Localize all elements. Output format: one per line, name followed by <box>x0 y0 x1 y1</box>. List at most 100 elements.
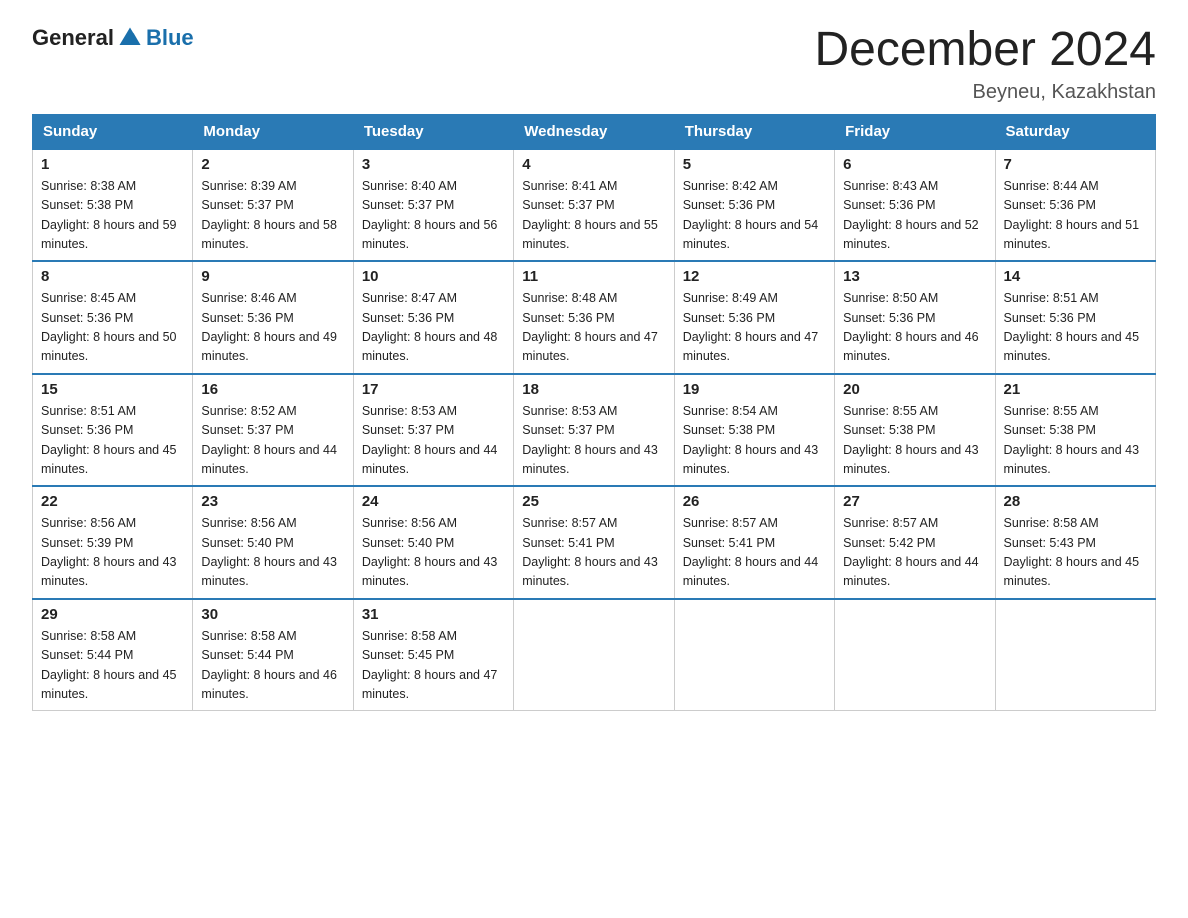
day-number: 26 <box>683 493 826 510</box>
day-number: 13 <box>843 268 986 285</box>
day-info: Sunrise: 8:45 AMSunset: 5:36 PMDaylight:… <box>41 291 177 363</box>
logo-blue-text: Blue <box>146 25 194 51</box>
day-info: Sunrise: 8:46 AMSunset: 5:36 PMDaylight:… <box>201 291 337 363</box>
day-number: 19 <box>683 381 826 398</box>
day-number: 14 <box>1004 268 1147 285</box>
month-title: December 2024 <box>814 24 1156 77</box>
day-number: 15 <box>41 381 184 398</box>
calendar-header-row: SundayMondayTuesdayWednesdayThursdayFrid… <box>33 114 1156 149</box>
day-number: 31 <box>362 606 505 623</box>
day-info: Sunrise: 8:52 AMSunset: 5:37 PMDaylight:… <box>201 404 337 476</box>
day-number: 1 <box>41 156 184 173</box>
day-info: Sunrise: 8:58 AMSunset: 5:43 PMDaylight:… <box>1004 516 1140 588</box>
day-info: Sunrise: 8:56 AMSunset: 5:40 PMDaylight:… <box>201 516 337 588</box>
day-number: 25 <box>522 493 665 510</box>
day-number: 2 <box>201 156 344 173</box>
day-number: 27 <box>843 493 986 510</box>
day-info: Sunrise: 8:58 AMSunset: 5:44 PMDaylight:… <box>41 629 177 701</box>
col-header-wednesday: Wednesday <box>514 114 674 149</box>
day-number: 11 <box>522 268 665 285</box>
day-number: 29 <box>41 606 184 623</box>
day-number: 22 <box>41 493 184 510</box>
calendar-week-row: 22 Sunrise: 8:56 AMSunset: 5:39 PMDayligh… <box>33 486 1156 599</box>
day-number: 8 <box>41 268 184 285</box>
title-area: December 2024 Beyneu, Kazakhstan <box>814 24 1156 104</box>
calendar-cell: 9 Sunrise: 8:46 AMSunset: 5:36 PMDaylight… <box>193 261 353 374</box>
calendar-cell: 17Sunrise: 8:53 AMSunset: 5:37 PMDayligh… <box>353 374 513 487</box>
calendar-cell: 21 Sunrise: 8:55 AMSunset: 5:38 PMDayligh… <box>995 374 1155 487</box>
day-number: 12 <box>683 268 826 285</box>
calendar-cell: 4 Sunrise: 8:41 AMSunset: 5:37 PMDaylight… <box>514 149 674 262</box>
calendar-cell: 7 Sunrise: 8:44 AMSunset: 5:36 PMDaylight… <box>995 149 1155 262</box>
day-number: 21 <box>1004 381 1147 398</box>
calendar-cell <box>674 599 834 711</box>
day-info: Sunrise: 8:57 AMSunset: 5:41 PMDaylight:… <box>683 516 819 588</box>
logo-general-text: General <box>32 25 114 51</box>
day-info: Sunrise: 8:51 AMSunset: 5:36 PMDaylight:… <box>41 404 177 476</box>
day-number: 16 <box>201 381 344 398</box>
calendar-cell: 1 Sunrise: 8:38 AMSunset: 5:38 PMDaylight… <box>33 149 193 262</box>
day-info: Sunrise: 8:56 AMSunset: 5:40 PMDaylight:… <box>362 516 498 588</box>
day-number: 28 <box>1004 493 1147 510</box>
calendar-cell: 18Sunrise: 8:53 AMSunset: 5:37 PMDayligh… <box>514 374 674 487</box>
calendar-cell: 3 Sunrise: 8:40 AMSunset: 5:37 PMDaylight… <box>353 149 513 262</box>
day-info: Sunrise: 8:58 AMSunset: 5:45 PMDaylight:… <box>362 629 498 701</box>
day-info: Sunrise: 8:41 AMSunset: 5:37 PMDaylight:… <box>522 179 658 251</box>
day-number: 9 <box>201 268 344 285</box>
day-number: 4 <box>522 156 665 173</box>
day-info: Sunrise: 8:57 AMSunset: 5:42 PMDaylight:… <box>843 516 979 588</box>
day-info: Sunrise: 8:53 AMSunset: 5:37 PMDaylight:… <box>362 404 498 476</box>
day-number: 5 <box>683 156 826 173</box>
calendar-cell <box>835 599 995 711</box>
day-info: Sunrise: 8:48 AMSunset: 5:36 PMDaylight:… <box>522 291 658 363</box>
calendar-week-row: 15 Sunrise: 8:51 AMSunset: 5:36 PMDayligh… <box>33 374 1156 487</box>
day-number: 7 <box>1004 156 1147 173</box>
day-info: Sunrise: 8:58 AMSunset: 5:44 PMDaylight:… <box>201 629 337 701</box>
day-number: 23 <box>201 493 344 510</box>
day-info: Sunrise: 8:50 AMSunset: 5:36 PMDaylight:… <box>843 291 979 363</box>
day-info: Sunrise: 8:56 AMSunset: 5:39 PMDaylight:… <box>41 516 177 588</box>
day-info: Sunrise: 8:40 AMSunset: 5:37 PMDaylight:… <box>362 179 498 251</box>
calendar-cell: 13 Sunrise: 8:50 AMSunset: 5:36 PMDayligh… <box>835 261 995 374</box>
day-info: Sunrise: 8:43 AMSunset: 5:36 PMDaylight:… <box>843 179 979 251</box>
calendar-cell: 24Sunrise: 8:56 AMSunset: 5:40 PMDayligh… <box>353 486 513 599</box>
day-info: Sunrise: 8:39 AMSunset: 5:37 PMDaylight:… <box>201 179 337 251</box>
day-number: 30 <box>201 606 344 623</box>
day-info: Sunrise: 8:55 AMSunset: 5:38 PMDaylight:… <box>843 404 979 476</box>
col-header-tuesday: Tuesday <box>353 114 513 149</box>
calendar-cell <box>995 599 1155 711</box>
calendar-week-row: 8 Sunrise: 8:45 AMSunset: 5:36 PMDaylight… <box>33 261 1156 374</box>
col-header-thursday: Thursday <box>674 114 834 149</box>
col-header-monday: Monday <box>193 114 353 149</box>
day-info: Sunrise: 8:38 AMSunset: 5:38 PMDaylight:… <box>41 179 177 251</box>
day-info: Sunrise: 8:54 AMSunset: 5:38 PMDaylight:… <box>683 404 819 476</box>
calendar-cell: 8 Sunrise: 8:45 AMSunset: 5:36 PMDaylight… <box>33 261 193 374</box>
day-info: Sunrise: 8:51 AMSunset: 5:36 PMDaylight:… <box>1004 291 1140 363</box>
calendar-cell: 5 Sunrise: 8:42 AMSunset: 5:36 PMDaylight… <box>674 149 834 262</box>
day-info: Sunrise: 8:47 AMSunset: 5:36 PMDaylight:… <box>362 291 498 363</box>
logo-icon <box>116 24 144 52</box>
calendar-cell: 11 Sunrise: 8:48 AMSunset: 5:36 PMDayligh… <box>514 261 674 374</box>
day-info: Sunrise: 8:44 AMSunset: 5:36 PMDaylight:… <box>1004 179 1140 251</box>
calendar-table: SundayMondayTuesdayWednesdayThursdayFrid… <box>32 114 1156 712</box>
day-info: Sunrise: 8:53 AMSunset: 5:37 PMDaylight:… <box>522 404 658 476</box>
calendar-cell: 31 Sunrise: 8:58 AMSunset: 5:45 PMDayligh… <box>353 599 513 711</box>
calendar-cell: 28 Sunrise: 8:58 AMSunset: 5:43 PMDayligh… <box>995 486 1155 599</box>
logo: General Blue <box>32 24 194 52</box>
col-header-friday: Friday <box>835 114 995 149</box>
calendar-cell: 12Sunrise: 8:49 AMSunset: 5:36 PMDayligh… <box>674 261 834 374</box>
calendar-cell: 27 Sunrise: 8:57 AMSunset: 5:42 PMDayligh… <box>835 486 995 599</box>
calendar-cell: 2 Sunrise: 8:39 AMSunset: 5:37 PMDaylight… <box>193 149 353 262</box>
day-info: Sunrise: 8:42 AMSunset: 5:36 PMDaylight:… <box>683 179 819 251</box>
calendar-cell <box>514 599 674 711</box>
day-number: 3 <box>362 156 505 173</box>
calendar-cell: 19 Sunrise: 8:54 AMSunset: 5:38 PMDayligh… <box>674 374 834 487</box>
col-header-saturday: Saturday <box>995 114 1155 149</box>
day-info: Sunrise: 8:55 AMSunset: 5:38 PMDaylight:… <box>1004 404 1140 476</box>
calendar-cell: 30 Sunrise: 8:58 AMSunset: 5:44 PMDayligh… <box>193 599 353 711</box>
calendar-week-row: 29 Sunrise: 8:58 AMSunset: 5:44 PMDayligh… <box>33 599 1156 711</box>
day-number: 10 <box>362 268 505 285</box>
calendar-cell: 22 Sunrise: 8:56 AMSunset: 5:39 PMDayligh… <box>33 486 193 599</box>
col-header-sunday: Sunday <box>33 114 193 149</box>
calendar-cell: 14 Sunrise: 8:51 AMSunset: 5:36 PMDayligh… <box>995 261 1155 374</box>
